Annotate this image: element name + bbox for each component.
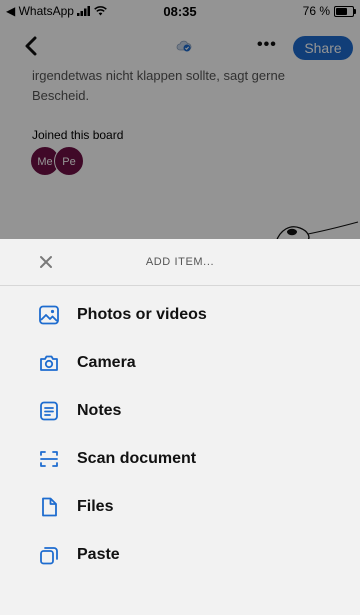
scan-icon	[40, 451, 58, 467]
image-icon	[39, 305, 59, 325]
paste-icon	[40, 547, 58, 565]
add-item-menu: Photos or videos Camera Notes Scan docum…	[0, 286, 360, 579]
menu-item-files[interactable]: Files	[0, 483, 360, 531]
sheet-title: ADD ITEM...	[145, 256, 215, 268]
menu-item-label: Paste	[77, 546, 120, 563]
menu-item-label: Camera	[77, 354, 136, 371]
menu-item-label: Photos or videos	[77, 306, 207, 323]
menu-item-notes[interactable]: Notes	[0, 387, 360, 435]
menu-item-camera[interactable]: Camera	[0, 339, 360, 387]
menu-item-scan-document[interactable]: Scan document	[0, 435, 360, 483]
add-item-sheet: ADD ITEM... Photos or videos Camera Note…	[0, 239, 360, 615]
menu-item-label: Scan document	[77, 450, 197, 467]
sheet-header: ADD ITEM...	[0, 239, 360, 286]
camera-icon	[40, 355, 58, 371]
menu-item-label: Notes	[77, 402, 122, 419]
menu-item-photos-videos[interactable]: Photos or videos	[0, 291, 360, 339]
menu-item-label: Files	[77, 498, 114, 515]
menu-item-paste[interactable]: Paste	[0, 531, 360, 579]
file-icon	[42, 497, 57, 517]
notes-icon	[40, 401, 58, 421]
